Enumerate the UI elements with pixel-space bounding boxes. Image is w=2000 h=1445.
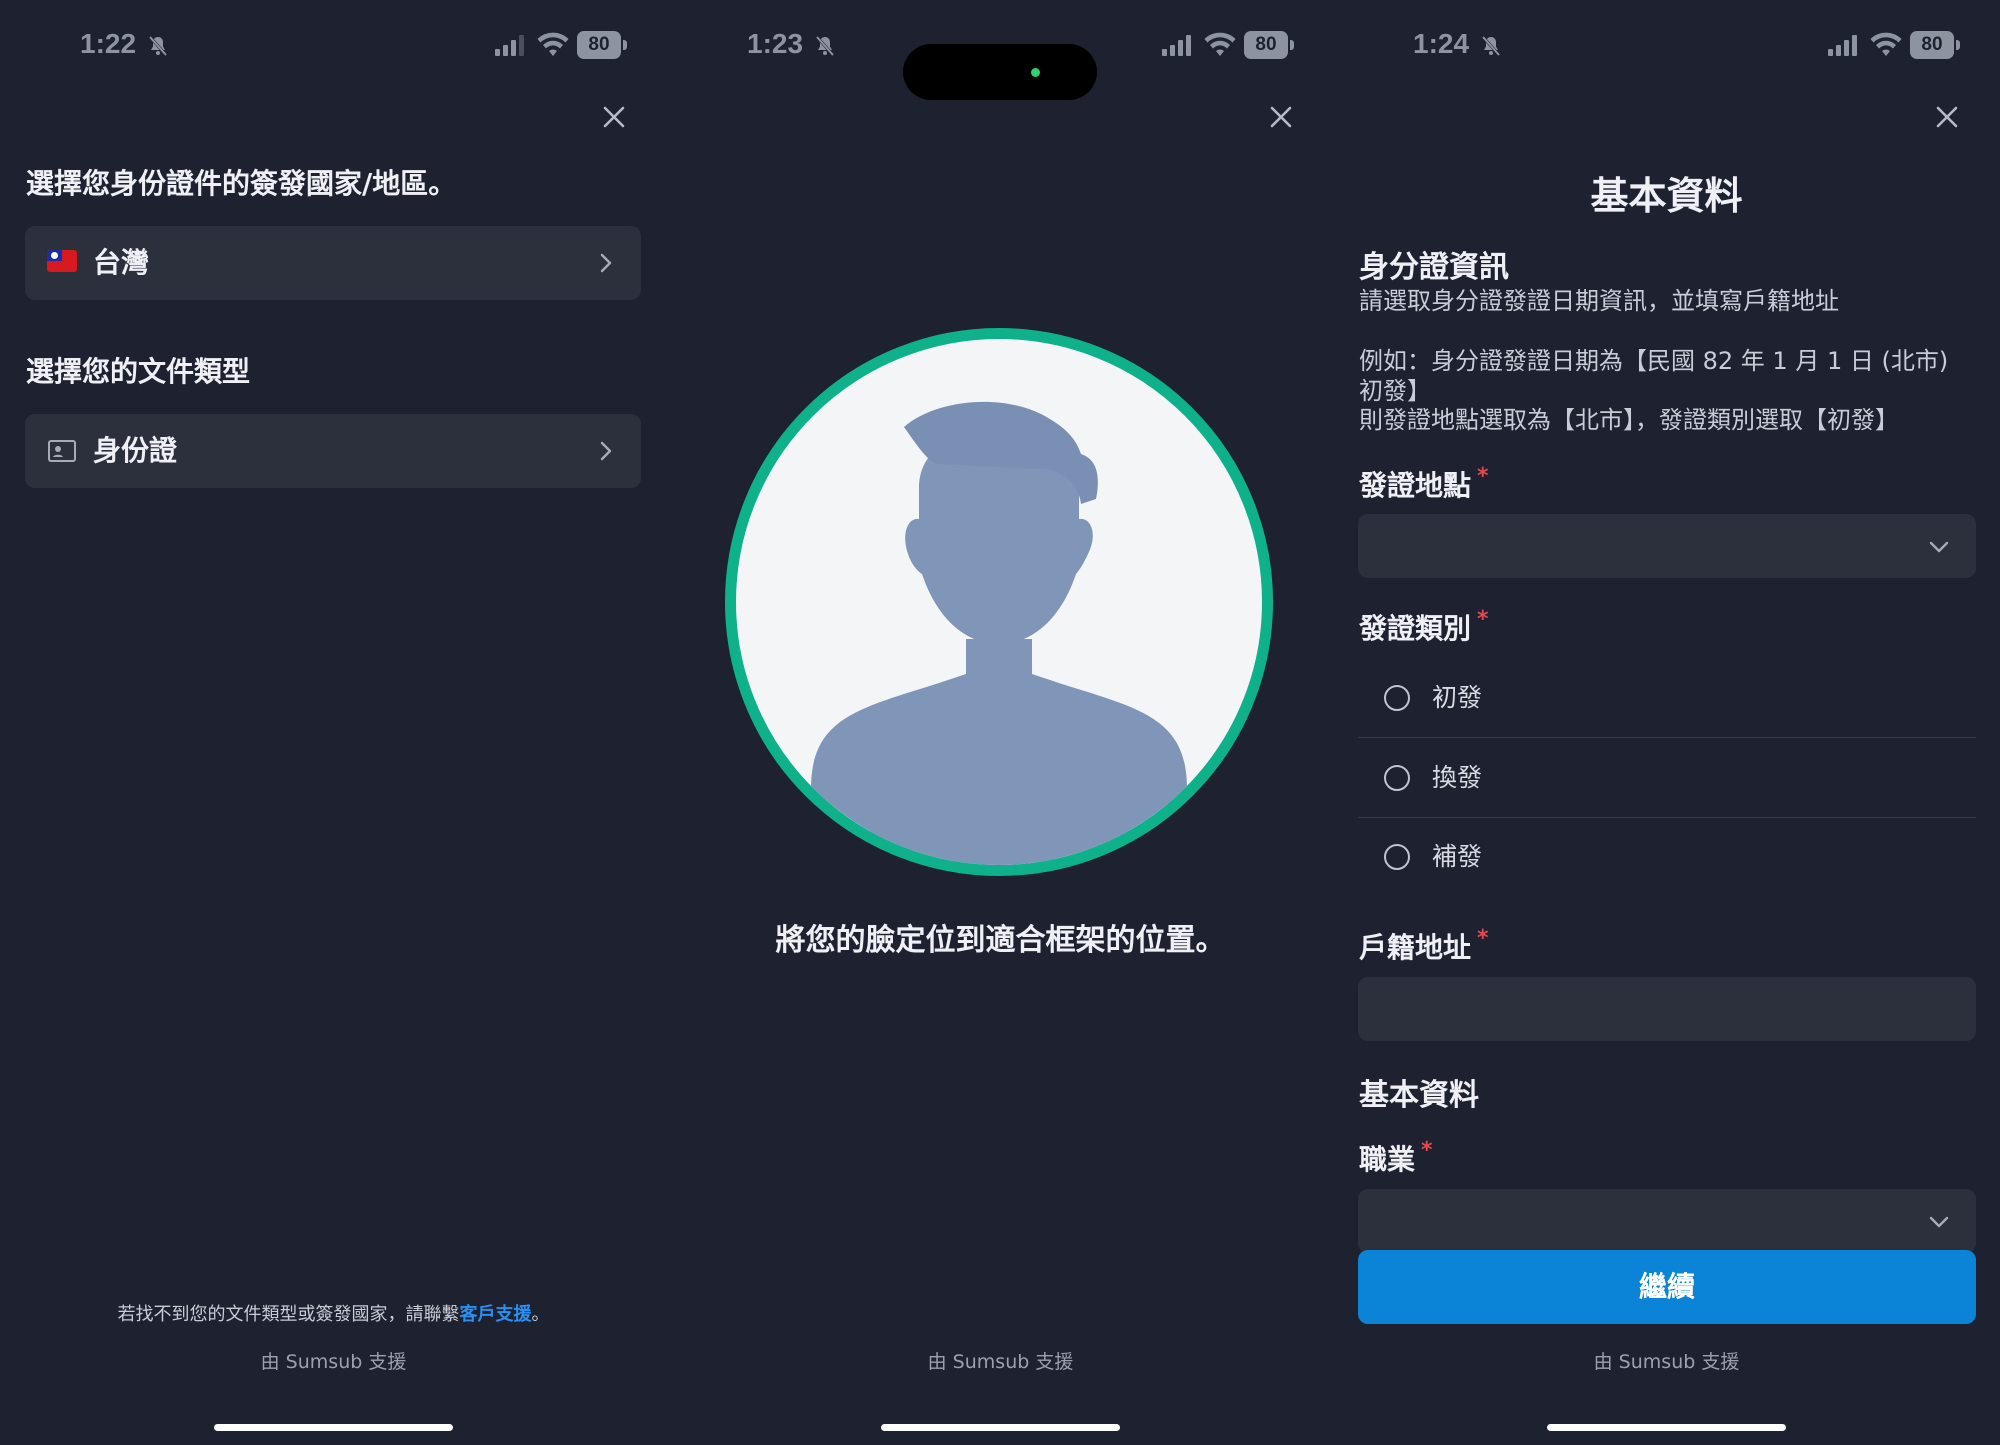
status-bar: 1:22 80 <box>0 26 667 66</box>
document-type-selector[interactable]: 身份證 <box>25 414 641 488</box>
continue-button[interactable]: 繼續 <box>1358 1250 1976 1324</box>
status-time: 1:24 <box>1413 28 1470 59</box>
country-label: 台灣 <box>93 246 150 279</box>
issue-type-option[interactable]: 補發 <box>1358 817 1976 897</box>
status-time: 1:22 <box>80 28 137 59</box>
close-icon[interactable] <box>597 100 631 134</box>
battery-icon: 80 <box>1910 31 1960 59</box>
battery-icon: 80 <box>1244 31 1294 59</box>
radio-button[interactable] <box>1384 685 1410 711</box>
chevron-down-icon <box>1929 541 1949 553</box>
address-label: 戶籍地址 * <box>1359 926 1489 964</box>
issue-place-select[interactable] <box>1358 514 1976 578</box>
address-field[interactable] <box>1358 977 1976 1041</box>
battery-icon: 80 <box>577 31 627 59</box>
dynamic-island <box>903 44 1097 100</box>
status-bar: 1:24 80 <box>1333 26 2000 66</box>
powered-by-label: 由 Sumsub 支援 <box>1593 1351 1740 1373</box>
job-label: 職業 * <box>1359 1138 1433 1176</box>
id-card-icon <box>48 440 76 462</box>
wifi-icon <box>1870 32 1902 56</box>
status-bar: 1:23 80 <box>667 26 1334 100</box>
id-example-note: 則發證地點選取為【北市】，發證類別選取【初發】 <box>1359 406 1899 434</box>
customer-support-link[interactable]: 客戶支援 <box>460 1304 532 1325</box>
face-instruction: 將您的臉定位到適合框架的位置。 <box>775 923 1226 958</box>
bell-slash-icon <box>815 36 835 56</box>
issue-type-option[interactable]: 換發 <box>1358 738 1976 818</box>
powered-by-label: 由 Sumsub 支援 <box>260 1351 407 1373</box>
basic-section-heading: 基本資料 <box>1359 1078 1479 1113</box>
person-silhouette-icon <box>811 401 1187 865</box>
close-icon[interactable] <box>1930 100 1964 134</box>
required-mark: * <box>1477 926 1489 951</box>
home-indicator[interactable] <box>881 1424 1120 1431</box>
page-title: 基本資料 <box>1590 174 1743 218</box>
required-mark: * <box>1477 464 1489 489</box>
required-mark: * <box>1477 607 1489 632</box>
bell-slash-icon <box>1481 36 1501 56</box>
chevron-right-icon <box>600 253 612 273</box>
issue-type-label: 發證類別 * <box>1359 607 1489 645</box>
radio-button[interactable] <box>1384 844 1410 870</box>
required-mark: * <box>1421 1138 1433 1163</box>
chevron-right-icon <box>600 441 612 461</box>
screen-basic-info: 1:24 80 基本資料 身分證資訊 請選取身分證發證日期資訊，並填寫戶籍地址 … <box>1333 0 2000 1445</box>
screen-select-document: 1:22 80 選擇您身份證件的簽發國家/地區。 台灣 選擇您的文件類型 身份證… <box>0 0 667 1445</box>
cellular-signal-icon <box>495 35 524 56</box>
powered-by-label: 由 Sumsub 支援 <box>927 1351 1074 1373</box>
address-input[interactable] <box>1358 977 1976 1041</box>
issue-place-label: 發證地點 * <box>1359 464 1489 502</box>
issue-type-option[interactable]: 初發 <box>1358 658 1976 738</box>
home-indicator[interactable] <box>1547 1424 1786 1431</box>
screen-face-capture: 1:23 80 將您的臉定位到適合框架的位置。 由 Sumsub 支援 <box>667 0 1334 1445</box>
face-frame <box>725 328 1273 876</box>
document-type-heading: 選擇您的文件類型 <box>26 355 251 388</box>
bell-slash-icon <box>148 36 168 56</box>
page-title: 選擇您身份證件的簽發國家/地區。 <box>26 167 457 200</box>
chevron-down-icon <box>1929 1216 1949 1228</box>
document-type-label: 身份證 <box>93 434 178 467</box>
id-example: 例如：身分證發證日期為【民國 82 年 1 月 1 日 (北市) 初發】 <box>1359 347 1949 405</box>
id-section-heading: 身分證資訊 <box>1359 250 1509 285</box>
job-select[interactable] <box>1358 1189 1976 1253</box>
wifi-icon <box>537 32 569 56</box>
country-selector[interactable]: 台灣 <box>25 226 641 300</box>
status-time: 1:23 <box>747 28 804 59</box>
taiwan-flag-icon <box>47 250 77 272</box>
cellular-signal-icon <box>1828 35 1857 56</box>
close-icon[interactable] <box>1264 100 1298 134</box>
id-description: 請選取身分證發證日期資訊，並填寫戶籍地址 <box>1359 287 1839 315</box>
help-text: 若找不到您的文件類型或簽發國家，請聯繫客戶支援。 <box>117 1304 550 1325</box>
radio-button[interactable] <box>1384 765 1410 791</box>
wifi-icon <box>1204 32 1236 56</box>
cellular-signal-icon <box>1162 35 1191 56</box>
home-indicator[interactable] <box>214 1424 453 1431</box>
